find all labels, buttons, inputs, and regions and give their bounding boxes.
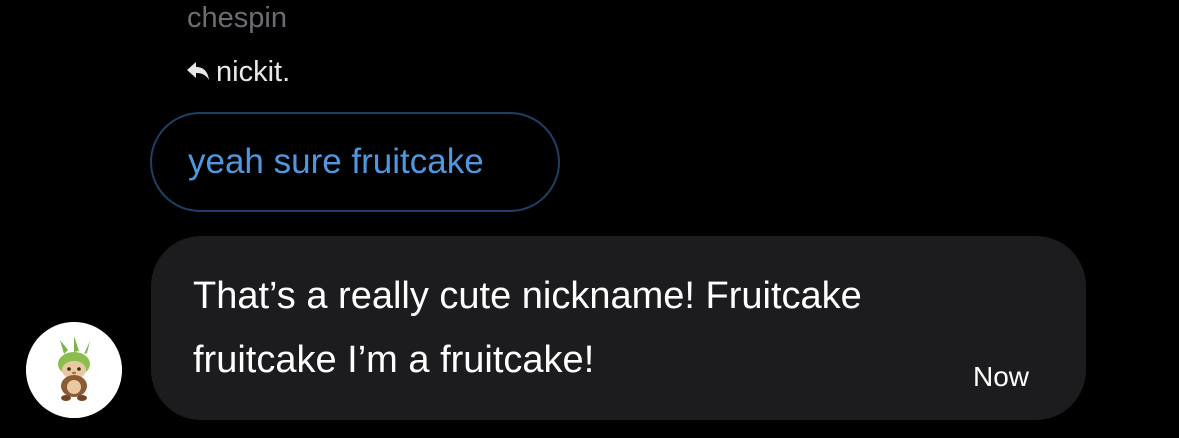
reply-reference[interactable]: nickit. — [186, 54, 290, 90]
quoted-message-text: yeah sure fruitcake — [188, 142, 484, 181]
message-bubble[interactable]: That’s a really cute nickname! Fruitcake… — [151, 236, 1086, 420]
sender-name: chespin — [187, 2, 287, 34]
message-line-1: That’s a really cute nickname! Fruitcake — [193, 275, 862, 317]
reply-arrow-icon — [186, 61, 210, 83]
reply-to-name: nickit. — [216, 55, 291, 88]
quoted-message-bubble[interactable]: yeah sure fruitcake — [150, 112, 560, 212]
message-timestamp: Now — [973, 361, 1030, 392]
chespin-avatar-icon[interactable] — [26, 322, 122, 418]
message-line-2: fruitcake I’m a fruitcake! — [193, 339, 595, 381]
message-text: That’s a really cute nickname! Fruitcake… — [193, 264, 993, 392]
